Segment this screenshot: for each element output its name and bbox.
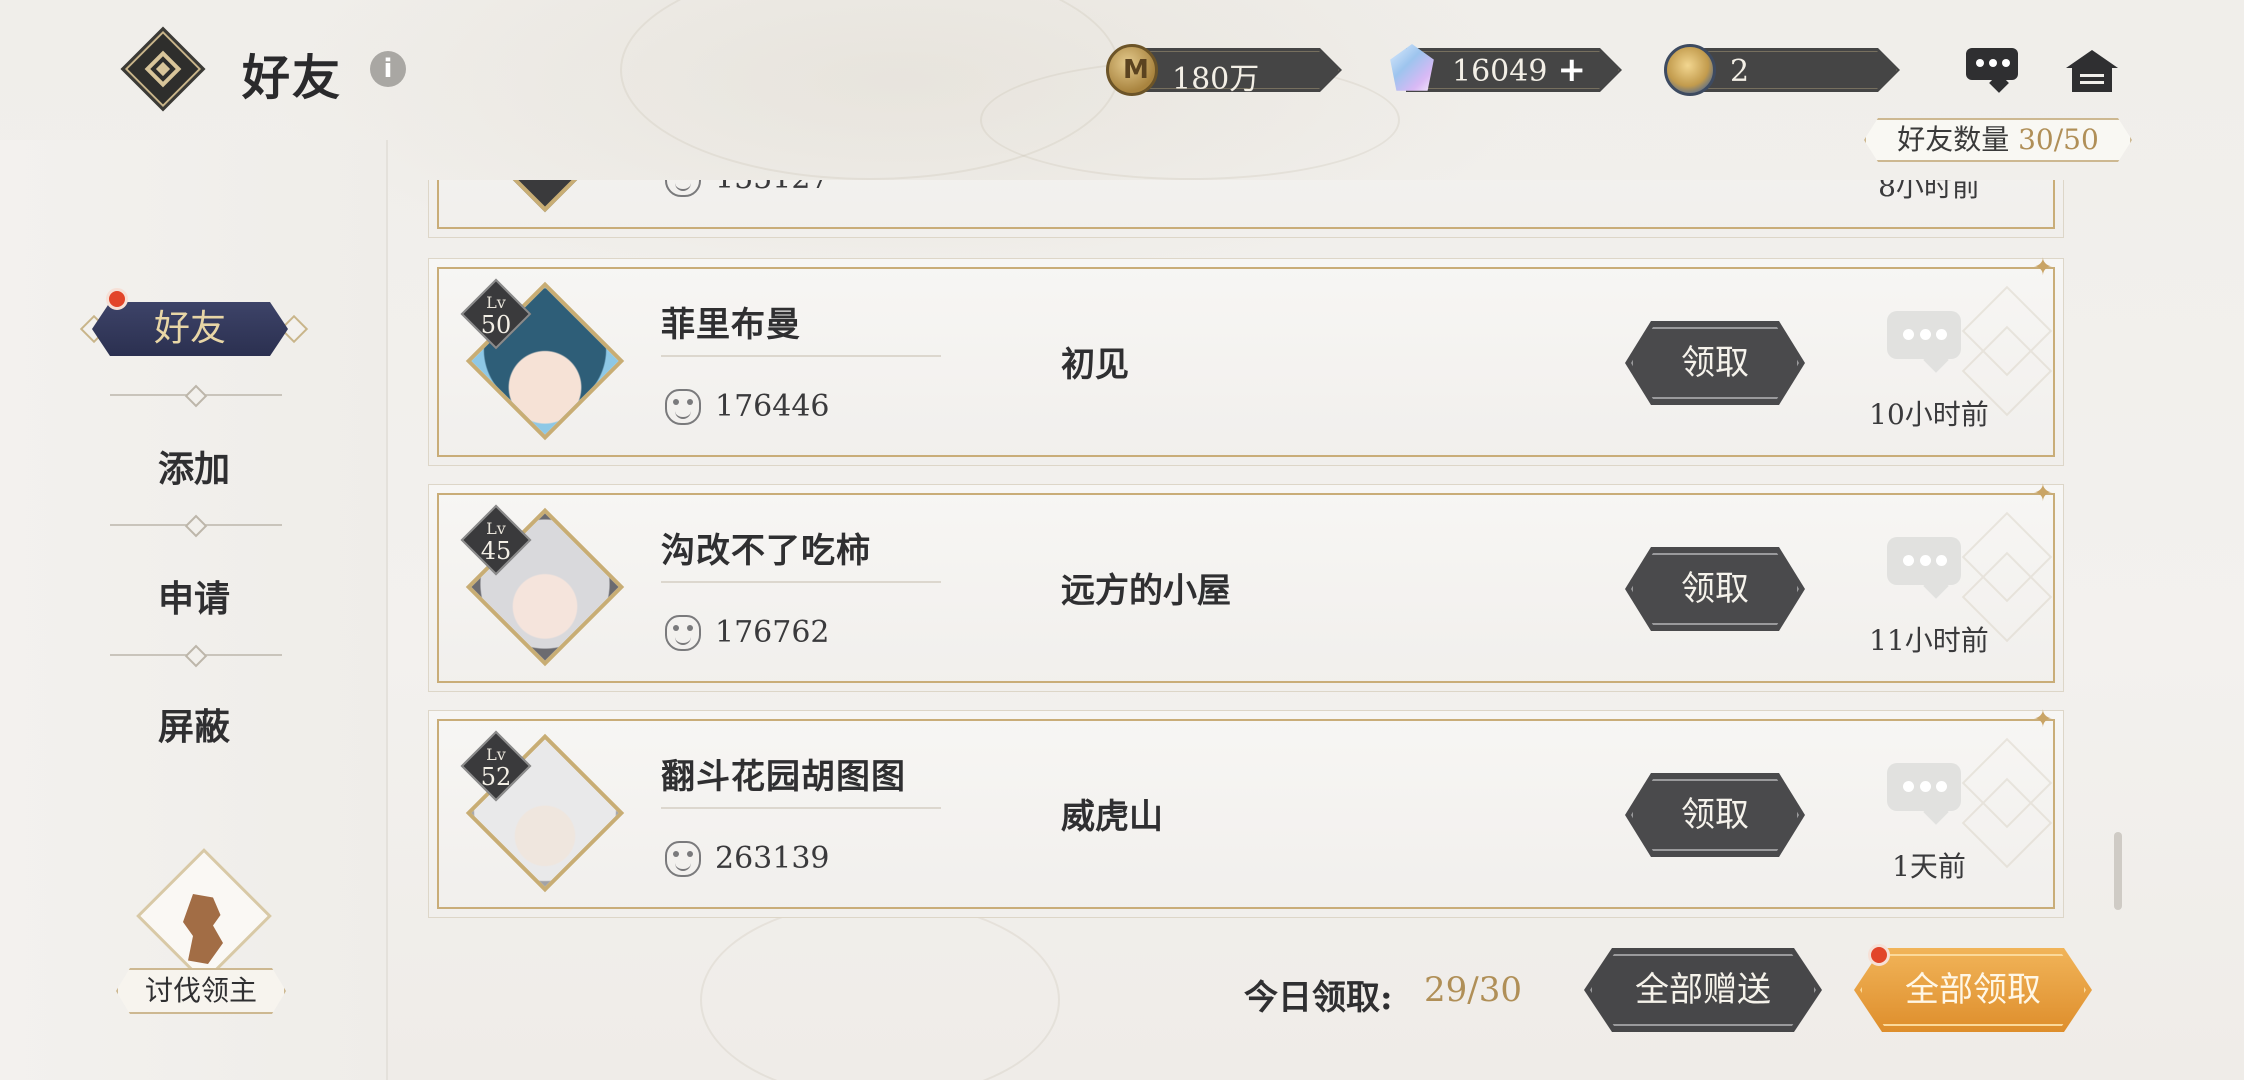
level-badge: Lv 52 xyxy=(460,730,532,802)
friend-name: 沟改不了吃柿 xyxy=(661,531,871,571)
sidebar-item-add[interactable]: 添加 xyxy=(0,440,388,492)
message-icon[interactable] xyxy=(1887,763,1963,827)
page-title: 好友 xyxy=(242,50,343,106)
friend-count-badge: 好友数量 30/50 xyxy=(1864,118,2132,162)
home-icon[interactable] xyxy=(2066,50,2118,94)
currency-gold: 180万 xyxy=(1106,44,1342,97)
medal-icon xyxy=(1664,44,1716,96)
avatar[interactable]: Lv 45 xyxy=(455,497,635,677)
info-icon[interactable]: i xyxy=(370,51,406,87)
chat-icon[interactable] xyxy=(1966,48,2022,93)
notification-dot xyxy=(1868,944,1890,966)
power-icon xyxy=(665,389,701,425)
notification-dot xyxy=(106,288,128,310)
power-icon xyxy=(665,841,701,877)
friend-list: 155127 8小时前 ✦ Lv 50 菲里布曼 176446 初见 领取 10… xyxy=(428,180,2068,920)
friend-level: 52 xyxy=(480,763,512,791)
today-claim-label: 今日领取: xyxy=(1244,978,1393,1018)
corner-star-icon: ✦ xyxy=(2032,479,2053,507)
friend-count-label: 好友数量 xyxy=(1897,123,2010,156)
friend-signature: 初见 xyxy=(1061,345,1129,385)
sidebar-item-blocked[interactable]: 屏蔽 xyxy=(0,698,388,750)
sidebar-divider xyxy=(110,524,282,526)
friend-last-online: 8小时前 xyxy=(1878,180,1980,203)
friend-power: 155127 xyxy=(715,180,830,196)
corner-star-icon: ✦ xyxy=(2032,253,2053,281)
claim-all-button[interactable]: 全部领取 xyxy=(1854,948,2092,1032)
claim-button[interactable]: 领取 xyxy=(1625,321,1805,405)
medal-value: 2 xyxy=(1730,54,1750,89)
level-badge: Lv 45 xyxy=(460,504,532,576)
friend-power: 176446 xyxy=(715,389,830,424)
sidebar-item-friends[interactable]: 好友 xyxy=(92,302,288,356)
sidebar-item-requests[interactable]: 申请 xyxy=(0,570,388,622)
message-icon[interactable] xyxy=(1887,311,1963,375)
friend-last-online: 11小时前 xyxy=(1869,624,1989,657)
avatar[interactable]: Lv 52 xyxy=(455,723,635,903)
boss-hunt-label: 讨伐领主 xyxy=(116,968,286,1014)
claim-button[interactable]: 领取 xyxy=(1625,773,1805,857)
gem-value: 16049 xyxy=(1452,54,1548,89)
friend-signature: 远方的小屋 xyxy=(1061,571,1231,611)
friend-level: 45 xyxy=(480,537,512,565)
friend-name: 菲里布曼 xyxy=(661,305,801,345)
add-gem-button[interactable]: + xyxy=(1558,50,1587,90)
friend-card: ✦ Lv 50 菲里布曼 176446 初见 领取 10小时前 xyxy=(428,253,2064,466)
send-all-label: 全部赠送 xyxy=(1635,970,1771,1010)
friend-power: 263139 xyxy=(715,841,830,876)
send-all-button[interactable]: 全部赠送 xyxy=(1584,948,1822,1032)
friend-card: 155127 8小时前 xyxy=(428,180,2064,238)
list-scrollbar[interactable] xyxy=(2114,832,2122,910)
friend-card: ✦ Lv 45 沟改不了吃柿 176762 远方的小屋 领取 11小时前 xyxy=(428,479,2064,692)
message-icon[interactable] xyxy=(1887,537,1963,601)
avatar[interactable] xyxy=(455,180,635,223)
gold-value: 180万 xyxy=(1172,62,1260,97)
today-claim-value: 29/30 xyxy=(1424,970,1522,1010)
currency-gem: 16049 + xyxy=(1386,44,1622,92)
friend-signature: 威虎山 xyxy=(1061,797,1163,837)
sidebar-divider xyxy=(110,394,282,396)
power-icon xyxy=(665,615,701,651)
friend-last-online: 10小时前 xyxy=(1869,398,1989,431)
friend-power: 176762 xyxy=(715,615,830,650)
currency-medal: 2 xyxy=(1664,44,1900,96)
friend-count-value: 30/50 xyxy=(2018,123,2099,156)
level-badge: Lv 50 xyxy=(460,278,532,350)
avatar[interactable]: Lv 50 xyxy=(455,271,635,451)
friend-card: ✦ Lv 52 翻斗花园胡图图 263139 威虎山 领取 1天前 xyxy=(428,705,2064,918)
friend-level: 50 xyxy=(480,311,512,339)
friend-name: 翻斗花园胡图图 xyxy=(661,757,906,797)
sidebar-divider xyxy=(110,654,282,656)
claim-all-label: 全部领取 xyxy=(1905,970,2041,1010)
friend-last-online: 1天前 xyxy=(1892,850,1966,883)
coin-icon xyxy=(1106,44,1158,96)
back-button[interactable] xyxy=(120,26,206,112)
corner-star-icon: ✦ xyxy=(2032,705,2053,733)
boss-hunt-button[interactable]: 讨伐领主 xyxy=(116,848,286,1022)
claim-button[interactable]: 领取 xyxy=(1625,547,1805,631)
